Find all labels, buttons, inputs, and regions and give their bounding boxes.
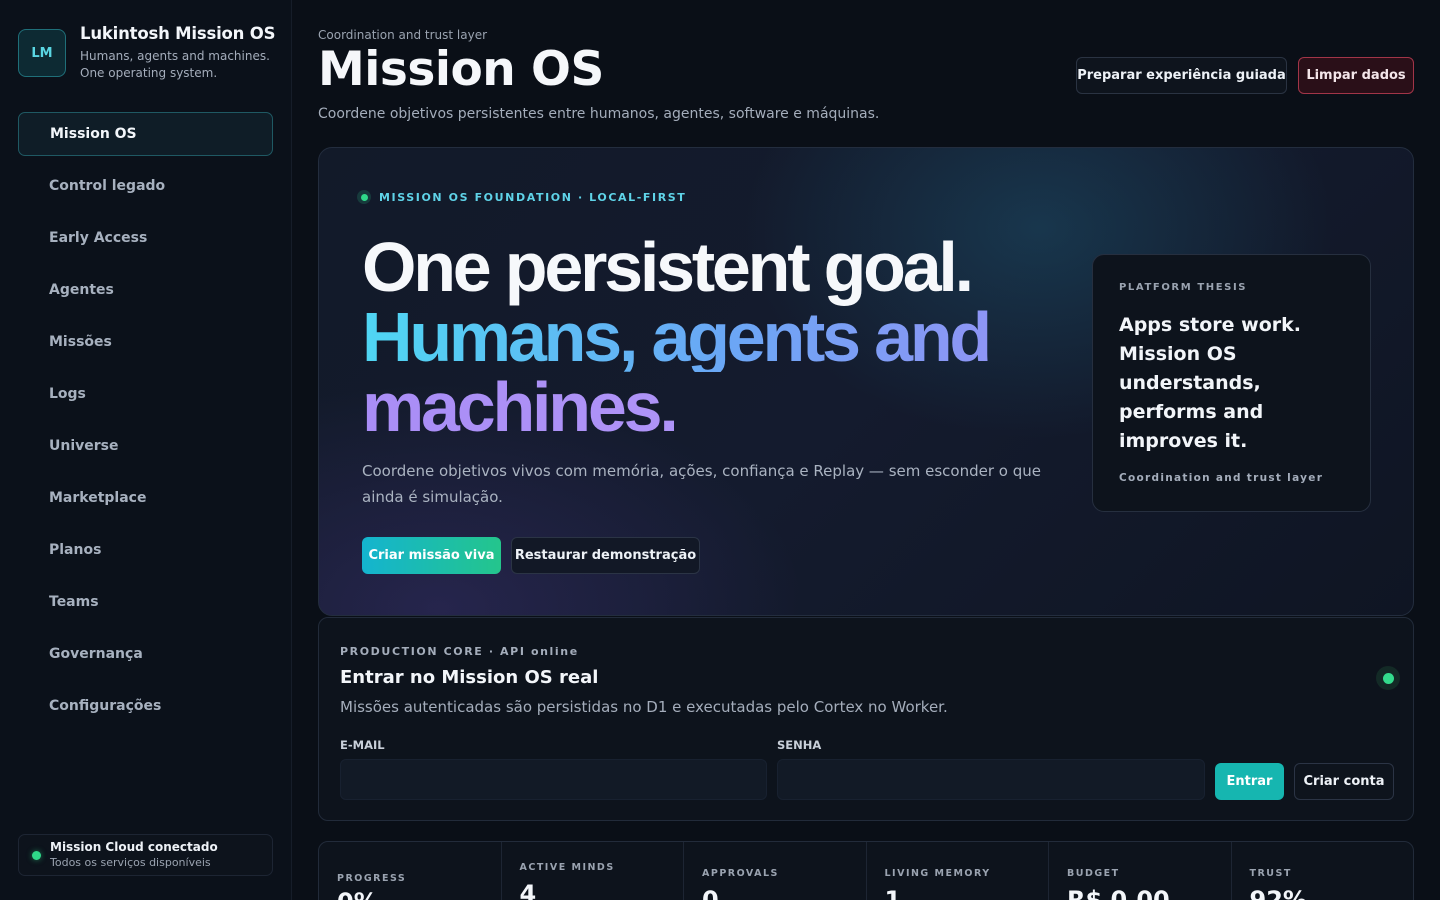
sidebar-item-control-legado[interactable]: Control legado — [18, 164, 273, 208]
login-card: PRODUCTION CORE · API online Entrar no M… — [318, 617, 1414, 821]
status-title: Mission Cloud conectado — [50, 840, 218, 854]
sidebar-item-mission-os[interactable]: Mission OS — [18, 112, 273, 156]
thesis-footer: Coordination and trust layer — [1119, 472, 1324, 484]
email-field[interactable] — [340, 759, 767, 800]
hero-panel: MISSION OS FOUNDATION · LOCAL-FIRST One … — [318, 147, 1414, 616]
sidebar-item-missoes[interactable]: Missões — [18, 320, 273, 364]
brand-logo: LM — [18, 29, 66, 77]
thesis-label: PLATFORM THESIS — [1119, 282, 1248, 293]
sidebar-item-agentes[interactable]: Agentes — [18, 268, 273, 312]
stat-label: ACTIVE MINDS — [519, 862, 615, 873]
stat-label: BUDGET — [1067, 868, 1120, 879]
brand-title: Lukintosh Mission OS — [80, 24, 276, 43]
stat-trust: TRUST 92% — [1232, 842, 1414, 900]
sidebar-item-logs[interactable]: Logs — [18, 372, 273, 416]
stat-value: 92% — [1249, 886, 1307, 900]
sidebar-nav: Mission OS Control legado Early Access A… — [18, 112, 273, 736]
brand: LM Lukintosh Mission OS Humans, agents a… — [18, 24, 275, 82]
hero-tag-label: MISSION OS FOUNDATION · LOCAL-FIRST — [379, 190, 687, 204]
password-field[interactable] — [777, 759, 1205, 800]
guided-experience-button[interactable]: Preparar experiência guiada — [1076, 57, 1287, 94]
stat-label: TRUST — [1249, 868, 1292, 879]
restore-demo-button[interactable]: Restaurar demonstração — [511, 537, 700, 574]
status-online-icon — [32, 851, 41, 860]
stat-label: APPROVALS — [702, 868, 779, 879]
stats-bar: PROGRESS 0% ACTIVE MINDS 4 APPROVALS 0 L… — [318, 841, 1414, 900]
page-subtitle: Coordene objetivos persistentes entre hu… — [318, 106, 880, 122]
stat-living-memory: LIVING MEMORY 1 — [867, 842, 1049, 900]
sidebar-item-universe[interactable]: Universe — [18, 424, 273, 468]
hero-tag: MISSION OS FOUNDATION · LOCAL-FIRST — [357, 190, 686, 204]
email-label: E-MAIL — [340, 738, 385, 752]
sidebar-item-teams[interactable]: Teams — [18, 580, 273, 624]
stat-active-minds: ACTIVE MINDS 4 — [502, 842, 684, 900]
hero-headline: One persistent goal. Humans, agents and … — [362, 232, 1082, 442]
thesis-text: Apps store work. Mission OS understands,… — [1119, 314, 1301, 452]
clear-data-button[interactable]: Limpar dados — [1298, 57, 1414, 94]
live-dot-icon — [357, 190, 371, 204]
brand-text: Lukintosh Mission OS Humans, agents and … — [80, 24, 275, 82]
hero-description: Coordene objetivos vivos com memória, aç… — [362, 462, 1041, 506]
hero-line-2: Humans, agents and — [362, 302, 1082, 372]
password-label: SENHA — [777, 738, 822, 752]
stat-value: 1 — [884, 886, 902, 900]
stat-value: R$ 0,00 — [1067, 886, 1170, 900]
stat-value: 0% — [337, 888, 378, 900]
sidebar-item-early-access[interactable]: Early Access — [18, 216, 273, 260]
brand-subtitle: Humans, agents and machines. One operati… — [80, 49, 270, 80]
page-title: Mission OS — [318, 42, 604, 97]
sidebar-item-marketplace[interactable]: Marketplace — [18, 476, 273, 520]
enter-button[interactable]: Entrar — [1215, 763, 1284, 800]
stat-label: LIVING MEMORY — [884, 868, 991, 879]
sidebar-item-governanca[interactable]: Governança — [18, 632, 273, 676]
sidebar: LM Lukintosh Mission OS Humans, agents a… — [0, 0, 292, 900]
login-description: Missões autenticadas são persistidas no … — [340, 698, 948, 716]
status-subtitle: Todos os serviços disponíveis — [50, 856, 211, 869]
stat-value: 0 — [702, 886, 719, 900]
platform-thesis-card: PLATFORM THESIS Apps store work. Mission… — [1092, 254, 1371, 512]
page-eyebrow: Coordination and trust layer — [318, 28, 488, 42]
stat-progress: PROGRESS 0% — [319, 842, 502, 900]
cloud-status-card: Mission Cloud conectado Todos os serviço… — [18, 834, 273, 876]
stat-approvals: APPROVALS 0 — [684, 842, 867, 900]
sidebar-item-planos[interactable]: Planos — [18, 528, 273, 572]
stat-label: PROGRESS — [337, 873, 407, 884]
stat-budget: BUDGET R$ 0,00 — [1049, 842, 1232, 900]
sidebar-item-configuracoes[interactable]: Configurações — [18, 684, 273, 728]
create-mission-button[interactable]: Criar missão viva — [362, 537, 501, 574]
login-title: Entrar no Mission OS real — [340, 667, 599, 688]
create-account-button[interactable]: Criar conta — [1294, 763, 1394, 800]
api-online-icon — [1376, 666, 1400, 690]
hero-line-3: machines. — [362, 372, 1082, 442]
login-eyebrow: PRODUCTION CORE · API online — [340, 645, 579, 658]
hero-line-1: One persistent goal. — [362, 228, 974, 306]
stat-value: 4 — [519, 880, 537, 900]
